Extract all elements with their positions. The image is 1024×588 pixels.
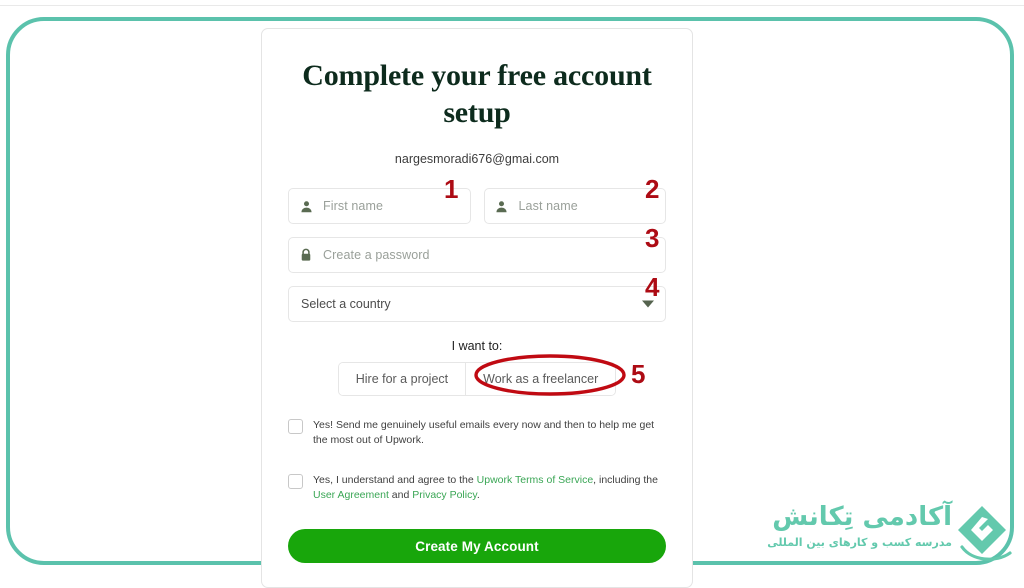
marketing-consent-row: Yes! Send me genuinely useful emails eve… [288,418,666,448]
terms-text-2: , including the [593,474,658,486]
country-select[interactable]: Select a country [288,286,666,322]
caret-down-icon [642,300,654,308]
work-as-freelancer-button[interactable]: Work as a freelancer [465,363,616,395]
signup-card: Complete your free account setup nargesm… [261,28,693,588]
privacy-policy-link[interactable]: Privacy Policy [412,489,477,501]
last-name-placeholder: Last name [518,199,578,213]
create-my-account-button[interactable]: Create My Account [288,529,666,563]
marketing-consent-text: Yes! Send me genuinely useful emails eve… [313,419,655,446]
page-title: Complete your free account setup [302,59,652,129]
terms-text-4: . [476,489,480,501]
intent-toggle-group: Hire for a project Work as a freelancer [337,362,617,396]
terms-consent-label: Yes, I understand and agree to the Upwor… [313,473,666,503]
marketing-consent-label: Yes! Send me genuinely useful emails eve… [313,418,666,448]
hire-for-project-button[interactable]: Hire for a project [338,363,466,395]
first-name-field[interactable]: First name [288,188,471,224]
watermark-title: آکادمی تِکانش [772,502,952,532]
last-name-field[interactable]: Last name [483,188,666,224]
terms-consent-checkbox[interactable] [288,474,303,489]
intent-label: I want to: [451,339,503,353]
terms-text-1: Yes, I understand and agree to the [313,474,477,486]
user-agreement-link[interactable]: User Agreement [313,489,389,501]
top-hairline [0,5,1024,6]
consent-section: Yes! Send me genuinely useful emails eve… [262,396,692,503]
terms-text-3: and [388,489,413,501]
first-name-placeholder: First name [323,199,384,213]
tekanesh-diamond-logo-icon [958,506,1012,561]
person-icon [485,200,519,213]
intent-toggle-wrap: Hire for a project Work as a freelancer [288,353,666,396]
country-select-value: Select a country [301,297,391,311]
account-email: nargesmoradi676@gmai.com [394,152,560,166]
password-placeholder: Create a password [323,248,430,262]
signup-form: First name Last name Create a password S… [262,166,692,396]
terms-of-service-link[interactable]: Upwork Terms of Service [477,474,594,486]
name-row: First name Last name [288,188,666,224]
marketing-consent-checkbox[interactable] [288,419,303,434]
person-icon [289,200,323,213]
password-field[interactable]: Create a password [288,237,666,273]
watermark-subtitle: مدرسه کسب و کارهای بین المللی [767,536,952,549]
lock-icon [289,248,323,262]
submit-wrap: Create My Account [262,503,692,563]
terms-consent-row: Yes, I understand and agree to the Upwor… [288,473,666,503]
watermark: آکادمی تِکانش مدرسه کسب و کارهای بین الم… [767,498,1014,570]
